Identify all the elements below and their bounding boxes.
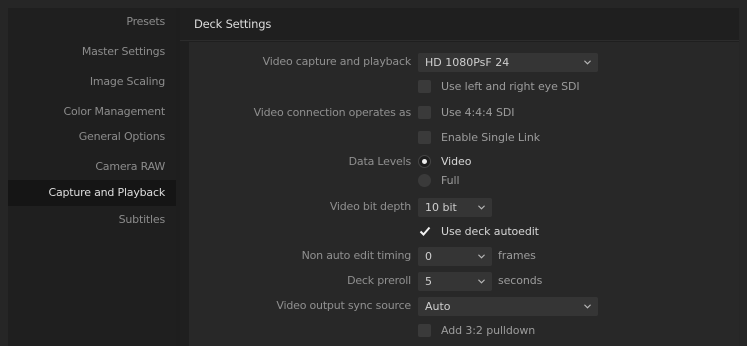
section-title: Deck Settings xyxy=(180,8,739,41)
sidebar-item-color-management[interactable]: Color Management xyxy=(8,99,176,125)
checkbox-box-checked xyxy=(418,225,431,238)
sidebar-item-presets[interactable]: Presets xyxy=(8,9,176,35)
deck-autoedit-label: Use deck autoedit xyxy=(441,225,539,238)
deck-preroll-dropdown[interactable]: 5 xyxy=(418,272,492,291)
use-444-sdi-label: Use 4:4:4 SDI xyxy=(441,106,515,119)
pulldown-label: Add 3:2 pulldown xyxy=(441,324,536,337)
radio-selected xyxy=(418,155,431,168)
sidebar-item-camera-raw[interactable]: Camera RAW xyxy=(8,154,176,180)
data-levels-full-label: Full xyxy=(441,174,460,187)
video-capture-label: Video capture and playback xyxy=(262,55,412,68)
sidebar-item-subtitles[interactable]: Subtitles xyxy=(8,207,176,233)
non-auto-edit-value: 0 xyxy=(425,250,432,263)
sync-source-dropdown[interactable]: Auto xyxy=(418,297,598,316)
video-connection-label: Video connection operates as xyxy=(253,106,412,119)
single-link-label: Enable Single Link xyxy=(441,131,541,144)
data-levels-label: Data Levels xyxy=(348,155,412,168)
sidebar-item-general-options[interactable]: General Options xyxy=(8,124,176,150)
chevron-down-icon xyxy=(584,60,591,65)
chevron-down-icon xyxy=(478,205,485,210)
sidebar-item-capture-and-playback[interactable]: Capture and Playback xyxy=(8,180,176,206)
checkmark-icon xyxy=(419,226,431,236)
radio-unselected xyxy=(418,174,431,187)
chevron-down-icon xyxy=(478,279,485,284)
video-capture-dropdown[interactable]: HD 1080PsF 24 xyxy=(418,53,598,72)
deck-preroll-value: 5 xyxy=(425,275,432,288)
video-capture-value: HD 1080PsF 24 xyxy=(425,56,510,69)
checkbox-box xyxy=(418,80,431,93)
data-levels-video-label: Video xyxy=(441,155,472,168)
non-auto-edit-dropdown[interactable]: 0 xyxy=(418,247,492,266)
chevron-down-icon xyxy=(478,254,485,259)
sync-source-label: Video output sync source xyxy=(276,299,411,312)
non-auto-edit-label: Non auto edit timing xyxy=(301,249,412,262)
seconds-unit: seconds xyxy=(498,274,543,287)
checkbox-box xyxy=(418,106,431,119)
sync-source-value: Auto xyxy=(425,300,451,313)
checkbox-box xyxy=(418,324,431,337)
bit-depth-dropdown[interactable]: 10 bit xyxy=(418,198,492,217)
frames-unit: frames xyxy=(498,249,536,262)
left-right-sdi-label: Use left and right eye SDI xyxy=(441,80,580,93)
bit-depth-value: 10 bit xyxy=(425,201,457,214)
checkbox-box xyxy=(418,131,431,144)
bit-depth-label: Video bit depth xyxy=(329,200,411,213)
sidebar-item-master-settings[interactable]: Master Settings xyxy=(8,39,176,65)
sidebar: Presets Master Settings Image Scaling Co… xyxy=(8,8,176,346)
sidebar-item-image-scaling[interactable]: Image Scaling xyxy=(8,69,176,95)
deck-preroll-label: Deck preroll xyxy=(347,274,411,287)
chevron-down-icon xyxy=(584,304,591,309)
